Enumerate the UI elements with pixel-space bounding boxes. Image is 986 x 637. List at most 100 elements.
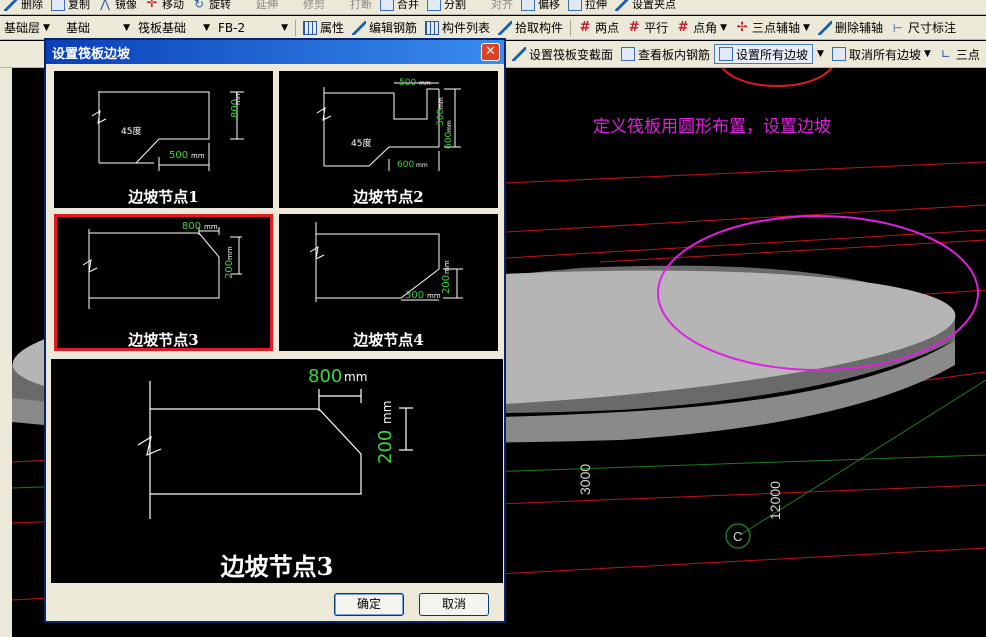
stretch-icon [568,0,582,11]
svg-text:mm: mm [344,370,367,384]
svg-text:600: 600 [444,132,454,149]
three-point-axis-icon: ✢ [736,19,748,35]
svg-text:mm: mm [226,246,234,260]
two-point-button[interactable]: # 两点 [574,16,623,39]
chevron-down-icon: ▼ [281,22,288,33]
pick-icon [498,20,513,35]
grip-icon [615,0,629,11]
mirror-button[interactable]: ⋀ 镜像 [94,0,141,11]
set-raft-slope-dialog: 设置筏板边坡 ✕ 45度 800 mm 500 mm 边坡节点1 500 mm … [44,38,506,623]
point-angle-icon: # [677,19,689,35]
point-angle-button[interactable]: # 点角 ▼ [672,16,731,39]
tile-caption: 边坡节点3 [128,331,199,349]
grip-button[interactable]: 设置夹点 [611,0,680,11]
svg-text:mm: mm [204,223,218,231]
trim-button[interactable]: 修剪 [282,0,329,11]
element-combo[interactable]: FB-2 ▼ [214,18,292,38]
category-combo[interactable]: 筏板基础 ▼ [134,18,214,38]
cancel-all-slopes-button[interactable]: 取消所有边坡 ▼ [828,41,935,67]
svg-text:mm: mm [443,260,451,274]
properties-icon [303,20,317,35]
delete-axis-button[interactable]: 删除辅轴 [814,16,887,39]
properties-button[interactable]: 属性 [299,16,348,39]
tile-caption: 边坡节点1 [128,188,199,206]
chevron-down-icon: ▼ [803,22,810,33]
svg-text:mm: mm [419,80,431,87]
dimension-button[interactable]: ⊢ 尺寸标注 [887,16,960,39]
slab-section-button[interactable]: 设置筏板变截面 [508,41,617,67]
set-slopes-icon [719,47,734,61]
svg-text:300: 300 [405,290,424,301]
set-all-slopes-button[interactable]: 设置所有边坡 [714,44,814,64]
break-button[interactable]: 打断 [329,0,376,11]
three-point-axis-button[interactable]: ✢ 三点辅轴 ▼ [731,16,814,39]
toolbar-separator [295,19,296,36]
view-rebar-icon [621,47,636,61]
offset-icon [521,0,535,11]
split-button[interactable]: 分割 [423,0,470,11]
parallel-button[interactable]: # 平行 [623,16,672,39]
trim-icon [286,0,300,11]
split-icon [427,0,441,11]
slope-node-1-tile[interactable]: 45度 800 mm 500 mm 边坡节点1 [54,71,273,208]
mirror-icon: ⋀ [100,0,110,11]
slope-preview-panel: 800 mm 200 mm 边坡节点3 [51,359,503,583]
svg-text:mm: mm [380,401,394,424]
delete-axis-icon [817,20,832,35]
axis-label: C [733,529,742,544]
align-icon [474,0,488,11]
cancel-button[interactable]: 取消 [419,593,489,616]
slope-node-4-tile[interactable]: 200 mm 300 mm 边坡节点4 [279,214,498,351]
svg-text:800: 800 [182,221,201,232]
stretch-button[interactable]: 拉伸 [564,0,611,11]
tile-caption: 边坡节点4 [353,331,424,349]
svg-text:800: 800 [308,366,342,387]
svg-text:mm: mm [416,162,428,169]
svg-text:mm: mm [427,292,441,300]
svg-text:500: 500 [399,78,416,88]
rotate-icon: ↻ [193,0,205,11]
chevron-down-icon[interactable]: ▼ [817,49,824,59]
dim-label-3000: 3000 [577,464,593,495]
close-button[interactable]: ✕ [481,43,500,61]
annotation-text: 定义筏板用圆形布置，设置边坡 [593,117,831,137]
svg-text:mm: mm [234,91,242,105]
copy-icon [51,0,65,11]
dialog-title: 设置筏板边坡 [46,40,504,64]
merge-button[interactable]: 合并 [376,0,423,11]
parallel-icon: # [628,19,640,35]
rotate-button[interactable]: ↻ 旋转 [188,0,235,11]
component-list-icon [425,20,440,35]
align-button[interactable]: 对齐 [470,0,517,11]
component-list-button[interactable]: 构件列表 [421,16,494,39]
left-panel-strip [0,68,12,637]
slope-node-3-tile[interactable]: 800 mm 200 mm 边坡节点3 [54,214,273,351]
ok-button[interactable]: 确定 [334,593,404,616]
floor-combo[interactable]: 基础层 ▼ [0,18,62,38]
svg-text:200: 200 [375,430,396,464]
copy-button[interactable]: 复制 [47,0,94,11]
chevron-down-icon: ▼ [203,22,210,33]
edit-rebar-button[interactable]: 编辑钢筋 [348,16,421,39]
toolbar-top: 删除 复制 ⋀ 镜像 ✛ 移动 ↻ 旋转 延伸 修剪 打断 合并 分割 对齐 偏移 拉… [0,0,986,15]
dimension-icon: ⊢ [892,20,904,35]
merge-icon [380,0,394,11]
svg-text:300: 300 [436,109,446,126]
toolbar-separator [570,19,572,36]
extend-button[interactable]: 延伸 [235,0,282,11]
svg-text:600: 600 [397,160,414,170]
three-point-button[interactable]: ∟ 三点 [935,41,984,67]
chevron-down-icon: ▼ [720,22,728,33]
move-button[interactable]: ✛ 移动 [141,0,188,11]
chevron-down-icon: ▼ [43,22,50,33]
svg-text:200: 200 [441,275,452,294]
svg-text:mm: mm [446,120,453,132]
two-point-icon: # [579,19,591,35]
type-combo[interactable]: 基础 ▼ [62,18,134,38]
delete-icon [4,0,18,11]
view-rebar-button[interactable]: 查看板内钢筋 [617,41,714,67]
slope-node-2-tile[interactable]: 500 mm 300 mm 600 mm 45度 600 600 mm 边坡节点… [279,71,498,208]
delete-button[interactable]: 删除 [0,0,47,11]
offset-button[interactable]: 偏移 [517,0,564,11]
pick-component-button[interactable]: 拾取构件 [494,16,567,39]
